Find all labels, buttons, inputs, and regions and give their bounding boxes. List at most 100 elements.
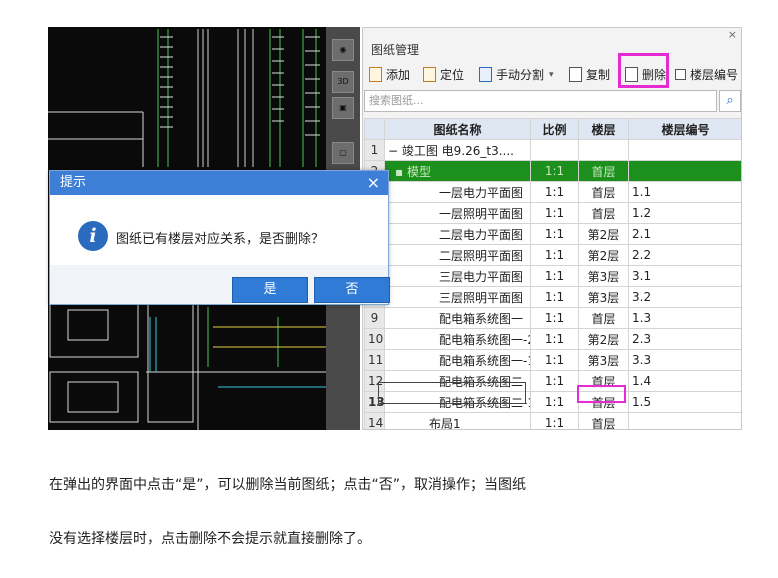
drawing-floor: 第3层 bbox=[578, 265, 629, 287]
table-header: 图纸名称 比例 楼层 楼层编号 bbox=[364, 118, 741, 140]
dialog-message: 图纸已有楼层对应关系，是否删除？ bbox=[116, 232, 325, 247]
table-row[interactable]: 6 二层照明平面图 1:1 第2层 2.2 bbox=[364, 244, 741, 266]
drawing-scale: 1:1 bbox=[530, 244, 579, 266]
drawing-name: 配电箱系统图一 bbox=[384, 307, 531, 329]
table-row[interactable]: 4 一层照明平面图 1:1 首层 1.2 bbox=[364, 202, 741, 224]
drawing-name: 一层电力平面图 bbox=[384, 181, 531, 203]
add-label: 添加 bbox=[386, 68, 411, 82]
drawing-scale: 1:1 bbox=[530, 181, 579, 203]
caption-line-1: 在弹出的界面中点击“是”，可以删除当前图纸；点击“否”，取消操作；当图纸 bbox=[49, 477, 527, 493]
search-input[interactable]: 搜索图纸... bbox=[364, 90, 717, 112]
drawing-floor: 第2层 bbox=[578, 244, 629, 266]
add-icon bbox=[369, 67, 382, 82]
locate-icon bbox=[423, 67, 436, 82]
panel-title: 图纸管理 bbox=[371, 43, 420, 57]
drawing-scale: 1:1 bbox=[530, 202, 579, 224]
table-row[interactable]: 9 配电箱系统图一 1:1 首层 1.3 bbox=[364, 307, 741, 329]
dialog-header: 提示 × bbox=[50, 171, 388, 195]
view-3d-button[interactable]: 3D bbox=[332, 71, 354, 93]
yes-button[interactable]: 是 bbox=[232, 277, 308, 303]
drawing-scale: 1:1 bbox=[530, 391, 579, 413]
locate-button[interactable]: 定位 bbox=[423, 66, 464, 83]
drawing-floor-number: 3.1 bbox=[628, 265, 741, 287]
drawing-floor-number: 2.2 bbox=[628, 244, 741, 266]
table-row[interactable]: 5 二层电力平面图 1:1 第2层 2.1 bbox=[364, 223, 741, 245]
drawing-floor: 首层 bbox=[578, 160, 629, 182]
no-button[interactable]: 否 bbox=[314, 277, 390, 303]
drawing-scale: 1:1 bbox=[530, 160, 579, 182]
manual-split-label: 手动分割 bbox=[496, 68, 545, 82]
copy-button[interactable]: 复制 bbox=[569, 66, 610, 83]
drawing-floor-number: 1.3 bbox=[628, 307, 741, 329]
confirm-dialog: 提示 × i 图纸已有楼层对应关系，是否删除？ 是 否 bbox=[49, 170, 390, 305]
drawing-floor: 第3层 bbox=[578, 286, 629, 308]
split-icon bbox=[479, 67, 492, 82]
drawing-floor-number: 1.4 bbox=[628, 370, 741, 392]
drawing-floor-number: 2.1 bbox=[628, 223, 741, 245]
table-row[interactable]: 10 配电箱系统图一-2 1:1 第2层 2.3 bbox=[364, 328, 741, 350]
drawing-name: 三层电力平面图 bbox=[384, 265, 531, 287]
row-number: 11 bbox=[364, 349, 385, 371]
table-row[interactable]: 7 三层电力平面图 1:1 第3层 3.1 bbox=[364, 265, 741, 287]
header-name: 图纸名称 bbox=[384, 118, 531, 140]
copy-icon bbox=[569, 67, 582, 82]
drawing-scale: 1:1 bbox=[530, 370, 579, 392]
drawing-scale: 1:1 bbox=[530, 286, 579, 308]
box-view-icon[interactable]: ▢ bbox=[332, 142, 354, 164]
drawing-scale: 1:1 bbox=[530, 265, 579, 287]
table-row[interactable]: 3 一层电力平面图 1:1 首层 1.1 bbox=[364, 181, 741, 203]
drawing-name: 配电箱系统图一-1 bbox=[384, 349, 531, 371]
header-num bbox=[364, 118, 385, 140]
checkbox-icon[interactable] bbox=[675, 69, 686, 80]
drawing-floor-number: 3.3 bbox=[628, 349, 741, 371]
header-floor: 楼层 bbox=[578, 118, 629, 140]
panel-close-button[interactable]: × bbox=[728, 28, 737, 41]
copy-label: 复制 bbox=[586, 68, 611, 82]
drawing-name: 三层照明平面图 bbox=[384, 286, 531, 308]
drawing-floor-number bbox=[628, 160, 741, 182]
drawing-name: ▪ 模型 bbox=[384, 160, 531, 182]
drawing-scale: 1:1 bbox=[530, 307, 579, 329]
row-number: 14 bbox=[364, 412, 385, 429]
floor-cell-highlight bbox=[577, 385, 626, 403]
drawing-floor-number: 3.2 bbox=[628, 286, 741, 308]
locate-label: 定位 bbox=[440, 68, 465, 82]
close-icon[interactable]: × bbox=[367, 171, 380, 195]
drawing-floor-number bbox=[628, 139, 741, 161]
table-row[interactable]: 8 三层照明平面图 1:1 第3层 3.2 bbox=[364, 286, 741, 308]
header-floor-number: 楼层编号 bbox=[628, 118, 741, 140]
table-row[interactable]: 11 配电箱系统图一-1 1:1 第3层 3.3 bbox=[364, 349, 741, 371]
drawing-name: 一层照明平面图 bbox=[384, 202, 531, 224]
manual-split-button[interactable]: 手动分割 ▾ bbox=[479, 66, 554, 83]
delete-button-highlight bbox=[618, 53, 669, 88]
panel-toolbar: 添加 定位 手动分割 ▾ 复制 删除 楼层编号 bbox=[369, 64, 741, 86]
header-scale: 比例 bbox=[530, 118, 579, 140]
floor-number-label: 楼层编号 bbox=[690, 68, 739, 82]
row-number: 10 bbox=[364, 328, 385, 350]
table-row[interactable]: 14 布局1 1:1 首层 bbox=[364, 412, 741, 429]
drawing-floor: 第2层 bbox=[578, 328, 629, 350]
drawing-name: − 竣工图 电9.26_t3.... bbox=[384, 139, 531, 161]
dialog-body: i 图纸已有楼层对应关系，是否删除？ bbox=[50, 195, 388, 265]
drawing-floor: 第2层 bbox=[578, 223, 629, 245]
cube-view-icon[interactable]: ▣ bbox=[332, 97, 354, 119]
drawing-floor: 首层 bbox=[578, 307, 629, 329]
add-button[interactable]: 添加 bbox=[369, 66, 410, 83]
drawing-name: 二层电力平面图 bbox=[384, 223, 531, 245]
search-icon[interactable]: ⌕ bbox=[719, 90, 741, 112]
row-number: 1 bbox=[364, 139, 385, 161]
sphere-view-icon[interactable]: ◉ bbox=[332, 39, 354, 61]
drawing-name: 布局1 bbox=[384, 412, 531, 429]
drawing-scale: 1:1 bbox=[530, 328, 579, 350]
floor-number-toggle[interactable]: 楼层编号 bbox=[675, 66, 738, 83]
row-number: 9 bbox=[364, 307, 385, 329]
table-row[interactable]: 2 ▪ 模型 1:1 首层 bbox=[364, 160, 741, 182]
drawing-manager-panel: × 图纸管理 添加 定位 手动分割 ▾ 复制 删除 楼层编号 搜索图纸... ⌕ bbox=[362, 27, 742, 430]
table-row[interactable]: 1 − 竣工图 电9.26_t3.... bbox=[364, 139, 741, 161]
drawing-floor: 首层 bbox=[578, 181, 629, 203]
drawing-floor-number: 2.3 bbox=[628, 328, 741, 350]
drawing-floor: 首层 bbox=[578, 202, 629, 224]
chevron-down-icon[interactable]: ▾ bbox=[549, 70, 554, 80]
drawing-floor-number bbox=[628, 412, 741, 429]
drawing-scale: 1:1 bbox=[530, 349, 579, 371]
